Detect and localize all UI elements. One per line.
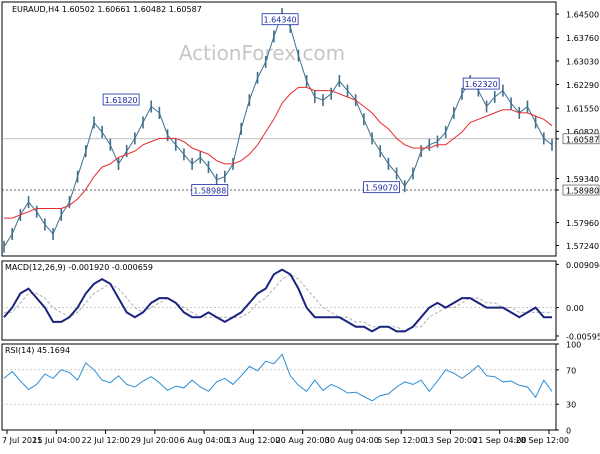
rsi-header: RSI(14) 45.1694 [5, 346, 70, 355]
y-tick-label: 1.63760 [566, 34, 599, 43]
price-annotation-label: 1.61820 [105, 96, 138, 105]
y-tick-label: 1.58980 [566, 187, 599, 196]
x-tick-label: 30 Aug 04:00 [325, 436, 379, 445]
y-tick-label: 100 [566, 341, 581, 350]
y-tick-label: 1.59340 [566, 175, 599, 184]
y-tick-label: 1.57960 [566, 219, 599, 228]
x-tick-label: 6 Sep 12:00 [377, 436, 425, 445]
x-tick-label: 13 Sep 20:00 [424, 436, 477, 445]
price-header: EURAUD,H4 1.60502 1.60661 1.60482 1.6058… [12, 5, 202, 14]
y-tick-label: 1.61550 [566, 105, 599, 114]
y-tick-label: 1.63030 [566, 57, 599, 66]
watermark-text: ActionForex.com [179, 41, 345, 65]
chart-canvas: ActionForex.com EURAUD,H4 1.60502 1.60661… [1, 1, 600, 445]
y-tick-label: 1.60587 [566, 135, 599, 144]
y-tick-label: 0.00 [566, 304, 584, 313]
y-tick-label: 70 [566, 366, 576, 375]
y-tick-label: 0 [566, 427, 571, 436]
x-tick-label: 29 Jul 20:00 [131, 436, 179, 445]
y-tick-label: 1.62290 [566, 81, 599, 90]
x-tick-label: 13 Aug 12:00 [226, 436, 280, 445]
rsi-panel: RSI(14) 45.1694 100 70 30 0 [1, 341, 581, 436]
x-tick-label: 15 Jul 04:00 [32, 436, 80, 445]
y-tick-label: 1.64500 [566, 11, 599, 20]
x-axis: 7 Jul 202115 Jul 04:00 22 Jul 12:00 29 Jul… [2, 430, 569, 445]
x-tick-label: 28 Sep 12:00 [516, 436, 569, 445]
price-annotation-label: 1.58988 [193, 186, 226, 195]
rsi-line [3, 353, 553, 402]
y-tick-label: 0.009094 [566, 261, 600, 270]
x-tick-label: 20 Aug 20:00 [276, 436, 330, 445]
x-tick-label: 22 Jul 12:00 [82, 436, 130, 445]
euraud-h4-chart: ActionForex.com EURAUD,H4 1.60502 1.60661… [0, 0, 600, 450]
macd-panel: MACD(12,26,9) -0.001920 -0.000659 0.00909… [1, 260, 600, 341]
macd-header: MACD(12,26,9) -0.001920 -0.000659 [5, 263, 153, 272]
macd-line [3, 268, 552, 333]
y-tick-label: 1.57240 [566, 242, 599, 251]
rsi-panel-frame [1, 343, 557, 431]
price-panel: ActionForex.com EURAUD,H4 1.60502 1.60661… [1, 1, 600, 257]
price-annotation-label: 1.64340 [264, 16, 297, 25]
x-tick-label: 6 Aug 04:00 [180, 436, 229, 445]
price-annotation-label: 1.62320 [465, 80, 498, 89]
price-annotation-label: 1.59070 [365, 183, 398, 192]
y-tick-label: 30 [566, 401, 576, 410]
macd-signal-line [4, 273, 552, 332]
